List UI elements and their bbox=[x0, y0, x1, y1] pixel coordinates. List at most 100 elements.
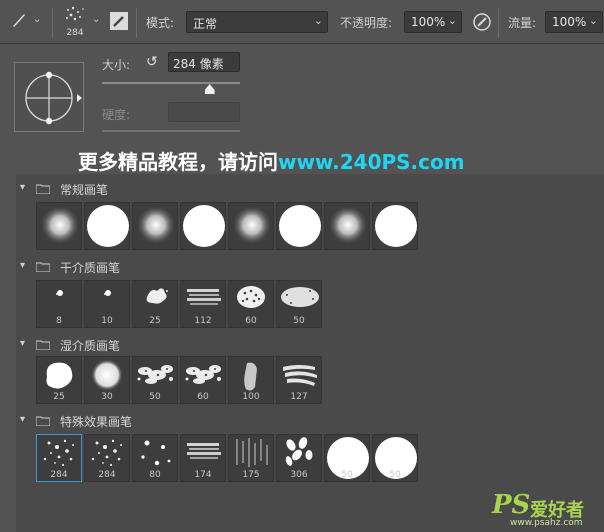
folder-icon bbox=[36, 340, 50, 350]
brush-preset-tile[interactable]: 284 bbox=[36, 434, 82, 482]
watermark-banner: 更多精品教程，请访问www.240PS.com bbox=[78, 146, 465, 175]
brush-group-name: 特殊效果画笔 bbox=[60, 415, 133, 429]
chevron-down-icon: ⌄ bbox=[313, 14, 323, 27]
brush-size-number: 100 bbox=[242, 392, 260, 402]
brush-preset-picker-button[interactable]: 284 bbox=[60, 4, 90, 40]
brush-preset-tile[interactable] bbox=[180, 202, 226, 250]
brush-angle-preview[interactable] bbox=[14, 62, 84, 132]
brush-group-header[interactable]: ▾ 湿介质画笔 bbox=[16, 334, 604, 356]
brush-size-number: 112 bbox=[194, 316, 212, 326]
brush-group-header[interactable]: ▾ 常规画笔 bbox=[16, 178, 604, 200]
options-bar: ⌄ 284 ⌄ 模式: 正常 ⌄ 不透明度: 100% ⌄ 流量: 100% ⌄ bbox=[0, 0, 604, 44]
mode-label: 模式: bbox=[146, 16, 175, 30]
brush-preset-tile[interactable]: 10 bbox=[84, 280, 130, 328]
size-label: 大小: bbox=[102, 58, 131, 72]
brush-preset-list: ▾ 常规画笔 ▾ 干介质画笔 8 10 25 112 60 50 ▾ 湿介质画笔 25 30 50 60 100… bbox=[16, 174, 604, 532]
logo-mark: PS bbox=[492, 490, 531, 520]
brush-group-name: 干介质画笔 bbox=[60, 261, 121, 275]
brush-picker-chevron-icon[interactable]: ⌄ bbox=[92, 14, 100, 25]
brush-preset-tile[interactable]: 284 bbox=[84, 434, 130, 482]
brush-preset-tile[interactable]: 60 bbox=[180, 356, 226, 404]
brush-size-number: 50 bbox=[293, 316, 305, 326]
brush-preset-tile[interactable] bbox=[84, 202, 130, 250]
folder-icon bbox=[36, 184, 50, 194]
brush-size-number: 8 bbox=[56, 316, 62, 326]
brush-preset-tile[interactable] bbox=[276, 202, 322, 250]
brush-preset-tile[interactable]: 50 bbox=[132, 356, 178, 404]
blend-mode-select[interactable]: 正常 ⌄ bbox=[186, 11, 328, 33]
brush-tip-icon bbox=[40, 205, 80, 245]
folder-icon bbox=[36, 416, 50, 426]
disclosure-arrow-icon[interactable]: ▾ bbox=[20, 260, 25, 271]
disclosure-arrow-icon[interactable]: ▾ bbox=[20, 338, 25, 349]
brush-group-header[interactable]: ▾ 干介质画笔 bbox=[16, 256, 604, 278]
brush-preset-tile[interactable]: 60 bbox=[228, 280, 274, 328]
brush-preset-tile[interactable] bbox=[228, 202, 274, 250]
tool-preset-chevron-icon[interactable]: ⌄ bbox=[33, 14, 41, 25]
site-logo: PS 爱好者 www.psahz.com bbox=[492, 490, 600, 528]
brush-size-number: 80 bbox=[149, 470, 161, 480]
brush-preset-tile[interactable]: 306 bbox=[276, 434, 322, 482]
size-input[interactable]: 284 像素 bbox=[168, 52, 240, 72]
pressure-opacity-icon[interactable] bbox=[472, 12, 492, 35]
brush-group-header[interactable]: ▾ 特殊效果画笔 bbox=[16, 410, 604, 432]
brush-size-number: 60 bbox=[245, 316, 257, 326]
brush-group-name: 常规画笔 bbox=[60, 183, 109, 197]
brush-preset-tile[interactable]: 50 bbox=[276, 280, 322, 328]
hardness-label: 硬度: bbox=[102, 108, 131, 122]
logo-site: www.psahz.com bbox=[510, 518, 583, 528]
brush-size-number: 284 bbox=[98, 470, 116, 480]
folder-icon bbox=[36, 262, 50, 272]
brush-preset-tile[interactable]: 100 bbox=[228, 356, 274, 404]
brush-preset-tile[interactable] bbox=[372, 202, 418, 250]
brush-preset-tile[interactable]: 50 bbox=[372, 434, 418, 482]
brush-tip-icon bbox=[87, 205, 129, 247]
reset-size-icon[interactable]: ↺ bbox=[146, 54, 158, 70]
opacity-input[interactable]: 100% ⌄ bbox=[404, 11, 462, 33]
flow-input[interactable]: 100% ⌄ bbox=[545, 11, 603, 33]
brush-preset-tile[interactable] bbox=[36, 202, 82, 250]
brush-preset-tile[interactable]: 30 bbox=[84, 356, 130, 404]
brush-tip-icon bbox=[279, 205, 321, 247]
brush-settings-panel-icon[interactable] bbox=[110, 12, 128, 30]
brush-preset-tile[interactable]: 50 bbox=[324, 434, 370, 482]
brush-tip-icon bbox=[183, 205, 225, 247]
watermark-chinese: 更多精品教程，请访问 bbox=[78, 150, 278, 174]
size-value: 284 像素 bbox=[173, 57, 224, 71]
chevron-down-icon: ⌄ bbox=[588, 14, 598, 27]
brush-preset-tile[interactable] bbox=[324, 202, 370, 250]
brush-preset-tile[interactable]: 8 bbox=[36, 280, 82, 328]
flow-value: 100% bbox=[552, 15, 587, 29]
brush-size-number: 284 bbox=[50, 470, 68, 480]
brush-tip-icon bbox=[136, 205, 176, 245]
brush-tool-icon[interactable] bbox=[10, 11, 28, 32]
brush-preset-tile[interactable]: 25 bbox=[132, 280, 178, 328]
brush-tip-preview-icon bbox=[66, 6, 84, 21]
hardness-slider bbox=[102, 130, 240, 132]
brush-preset-tile[interactable]: 112 bbox=[180, 280, 226, 328]
brush-preset-tile[interactable]: 175 bbox=[228, 434, 274, 482]
brush-size-number: 175 bbox=[242, 470, 260, 480]
brush-preset-tile[interactable]: 80 bbox=[132, 434, 178, 482]
brush-size-number: 127 bbox=[290, 392, 308, 402]
disclosure-arrow-icon[interactable]: ▾ bbox=[20, 182, 25, 193]
size-slider[interactable] bbox=[102, 82, 240, 84]
brush-group-name: 湿介质画笔 bbox=[60, 339, 121, 353]
brush-size-number: 25 bbox=[149, 316, 161, 326]
brush-preset-tile[interactable]: 127 bbox=[276, 356, 322, 404]
size-slider-thumb[interactable] bbox=[204, 84, 215, 94]
opacity-value: 100% bbox=[411, 15, 446, 29]
chevron-down-icon: ⌄ bbox=[447, 14, 457, 27]
brush-preset-tile[interactable]: 25 bbox=[36, 356, 82, 404]
brush-size-readout: 284 bbox=[66, 28, 84, 38]
brush-preset-tile[interactable] bbox=[132, 202, 178, 250]
brush-size-number: 50 bbox=[389, 470, 401, 480]
brush-size-number: 10 bbox=[101, 316, 113, 326]
brush-size-number: 30 bbox=[101, 392, 113, 402]
opacity-label: 不透明度: bbox=[340, 16, 393, 30]
brush-tip-icon bbox=[232, 205, 272, 245]
disclosure-arrow-icon[interactable]: ▾ bbox=[20, 414, 25, 425]
brush-preset-tile[interactable]: 174 bbox=[180, 434, 226, 482]
brush-size-number: 174 bbox=[194, 470, 212, 480]
hardness-input bbox=[168, 102, 240, 122]
